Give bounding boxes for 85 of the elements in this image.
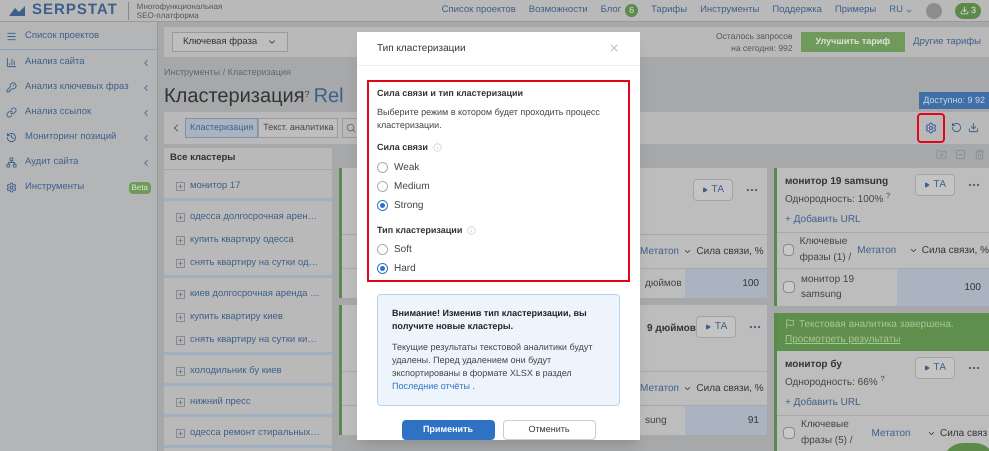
- cluster-item[interactable]: холодильник бу киев: [164, 360, 332, 382]
- cluster-item[interactable]: снять квартиру на сутки ки…: [164, 328, 332, 352]
- nav-link[interactable]: Тарифы: [651, 3, 688, 18]
- cluster-item[interactable]: одесса долгосрочная арен…: [164, 206, 332, 228]
- cancel-button[interactable]: Отменить: [502, 420, 596, 440]
- column-header[interactable]: Метатоп: [852, 242, 901, 258]
- cluster-item[interactable]: одесса ремонт стиральных…: [164, 422, 332, 444]
- nav-link[interactable]: Блог 6: [600, 3, 638, 18]
- logo-text: SERPSTAT: [32, 0, 118, 20]
- search-type-select[interactable]: Ключевая фраза: [172, 32, 288, 52]
- column-header[interactable]: Метатоп: [640, 244, 680, 258]
- beta-badge: Beta: [128, 182, 151, 194]
- upgrade-button[interactable]: Улучшить тариф: [800, 32, 906, 52]
- sidebar-item[interactable]: Список проектов: [0, 24, 157, 49]
- radio-option[interactable]: Medium: [377, 176, 620, 196]
- ta-button[interactable]: ТА: [914, 174, 955, 196]
- table-cell: 100: [897, 268, 989, 306]
- tab[interactable]: Текст. аналитика: [258, 118, 338, 138]
- table-cell: 100: [685, 268, 767, 298]
- group-label: Сила связи: [377, 141, 620, 154]
- column-header[interactable]: Сила связи, %: [680, 244, 767, 258]
- available-badge: Доступно: 9 92: [919, 92, 989, 110]
- nav-link[interactable]: Примеры: [834, 3, 876, 18]
- nav-link[interactable]: Поддержка: [772, 3, 822, 18]
- ta-button[interactable]: ТА: [696, 316, 736, 338]
- sidebar-item[interactable]: Аудит сайта: [0, 150, 157, 175]
- requests-remaining: Осталось запросов на сегодня: 992: [715, 30, 793, 54]
- radio-option[interactable]: Weak: [377, 158, 620, 176]
- homogeneity-text: Однородность: 100% $^{?}$: [785, 192, 892, 206]
- warning-title: Внимание! Изменив тип кластеризации, вы получите новые кластеры.: [392, 307, 588, 333]
- sidebar-item[interactable]: Анализ ключевых фраз: [0, 75, 157, 100]
- cluster-item[interactable]: киев долгосрочная аренда …: [164, 282, 332, 306]
- table-cell-text: дюймов: [645, 276, 683, 290]
- section-title: Сила связи и тип кластеризации: [377, 86, 524, 100]
- downloads-button[interactable]: 3: [954, 2, 981, 18]
- cluster-title: 9 дюймов: [647, 322, 696, 334]
- add-url-link[interactable]: + Добавить URL: [777, 390, 989, 414]
- list-heading: Все кластеры: [164, 148, 332, 170]
- column-header: Ключевые фразы (5) /: [801, 418, 854, 448]
- warning-text: Текущие результаты текстовой аналитики будут удалены. Перед удалением они будут экспортированы в формате XLSX в раздел Последние отчёты .: [392, 341, 594, 393]
- column-header[interactable]: Сила связ: [919, 426, 989, 440]
- cluster-item[interactable]: купить квартиру одесса: [164, 228, 332, 252]
- sidebar-item[interactable]: Мониторинг позиций: [0, 125, 157, 150]
- group-label: Тип кластеризации: [377, 224, 620, 237]
- results-link[interactable]: Просмотреть результаты: [785, 332, 900, 346]
- sidebar-item[interactable]: Инструменты Beta: [0, 175, 157, 200]
- column-header[interactable]: Метатоп: [863, 426, 919, 440]
- reports-link[interactable]: Последние отчёты: [392, 381, 470, 391]
- table-cell: 91: [685, 406, 767, 434]
- cluster-title: монитор 19 samsung: [785, 174, 890, 188]
- radio-option[interactable]: Soft: [377, 240, 620, 259]
- nav-link[interactable]: Инструменты: [700, 3, 760, 18]
- column-header[interactable]: Метатоп: [640, 380, 680, 396]
- nav-link[interactable]: Возможности: [528, 3, 588, 18]
- dialog-title: Тип кластеризации: [377, 42, 466, 56]
- breadcrumb: Инструменты / Кластеризация: [164, 66, 292, 79]
- radio-option[interactable]: Hard: [377, 259, 620, 278]
- column-header: Ключевые фразы (1) /: [800, 235, 852, 265]
- cluster-title: монитор бу: [785, 358, 843, 372]
- column-header[interactable]: Сила связи, %: [900, 242, 989, 258]
- count-badge: 6: [625, 4, 638, 18]
- section-description: Выберите режим в котором будет проходить процесс кластеризации.: [377, 106, 601, 132]
- sidebar-item[interactable]: Анализ сайта: [0, 50, 157, 75]
- sidebar-item[interactable]: Анализ ссылок: [0, 100, 157, 125]
- ta-button[interactable]: ТА: [692, 178, 733, 200]
- tagline: Многофункциональная SEO-платформа: [128, 2, 238, 20]
- tab[interactable]: Кластеризация: [185, 118, 258, 138]
- table-cell-text: sung: [645, 414, 668, 428]
- cluster-item[interactable]: снять квартиру на сутки од…: [164, 252, 332, 274]
- homogeneity-text: Однородность: 66% $^{?}$: [785, 374, 886, 390]
- column-header[interactable]: Сила связи, %: [680, 380, 767, 396]
- apply-button[interactable]: Применить: [402, 420, 494, 440]
- add-url-link[interactable]: + Добавить URL: [777, 206, 989, 232]
- cluster-item[interactable]: монитор 17: [164, 174, 332, 198]
- notice-text: Текстовая аналитика завершена.: [799, 318, 954, 332]
- language-select[interactable]: RU: [889, 3, 913, 18]
- page-title: Кластеризация$^{?}$: [164, 84, 310, 108]
- table-cell-text: монитор 19 samsung: [801, 273, 856, 302]
- nav-link[interactable]: Список проектов: [442, 3, 516, 18]
- radio-option[interactable]: Strong: [377, 196, 620, 214]
- project-name: Rel: [314, 84, 344, 108]
- other-plans-link[interactable]: Другие тарифы: [913, 34, 981, 50]
- cluster-item[interactable]: купить квартиру киев: [164, 306, 332, 328]
- cluster-item[interactable]: нижний пресс: [164, 390, 332, 414]
- ta-button[interactable]: ТА: [914, 356, 955, 378]
